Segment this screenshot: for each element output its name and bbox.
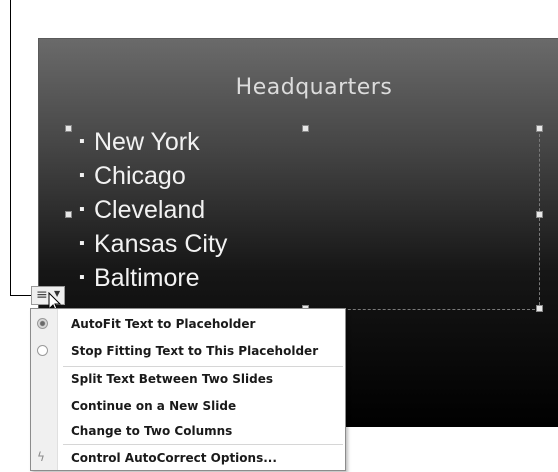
resize-handle-top-right[interactable] [536, 125, 543, 132]
bullet-text: Baltimore [94, 264, 200, 292]
menu-item-two-columns[interactable]: Change to Two Columns [31, 418, 345, 445]
bullet-icon: ▪ [79, 269, 85, 286]
menu-item-label: Change to Two Columns [71, 424, 233, 438]
menu-item-label: Control AutoCorrect Options... [71, 451, 277, 465]
bullet-text: Chicago [94, 162, 186, 190]
resize-handle-top-left[interactable] [65, 125, 72, 132]
bullet-item: ▪ Kansas City [79, 227, 227, 261]
resize-handle-top[interactable] [302, 125, 309, 132]
bullet-item: ▪ Cleveland [79, 193, 227, 227]
menu-item-label: Stop Fitting Text to This Placeholder [71, 344, 319, 358]
menu-item-label: Split Text Between Two Slides [71, 372, 273, 386]
bullet-item: ▪ Chicago [79, 159, 227, 193]
resize-handle-left[interactable] [65, 211, 72, 218]
bullet-item: ▪ New York [79, 125, 227, 159]
resize-handle-bottom-right[interactable] [536, 305, 543, 312]
autofit-options-menu: AutoFit Text to Placeholder Stop Fitting… [30, 308, 346, 471]
bullet-text: Cleveland [94, 196, 206, 224]
callout-line-vertical [10, 0, 11, 296]
bullet-icon: ▪ [79, 133, 85, 150]
menu-item-label: Continue on a New Slide [71, 399, 237, 413]
callout-line-horizontal [10, 295, 32, 296]
autocorrect-icon: ϟ [37, 450, 45, 464]
bullet-icon: ▪ [79, 167, 85, 184]
bullet-icon: ▪ [79, 201, 85, 218]
bullet-icon: ▪ [79, 235, 85, 252]
menu-item-continue-new-slide[interactable]: Continue on a New Slide [31, 393, 345, 420]
bullet-list[interactable]: ▪ New York ▪ Chicago ▪ Cleveland ▪ Kansas Ci… [79, 125, 227, 295]
menu-item-autocorrect-options[interactable]: ϟ Control AutoCorrect Options... [31, 445, 345, 472]
bullet-item: ▪ Baltimore [79, 261, 227, 295]
bullet-text: New York [94, 128, 200, 156]
slide-title[interactable]: Headquarters [219, 75, 409, 100]
radio-unselected-icon [37, 345, 48, 356]
menu-item-label: AutoFit Text to Placeholder [71, 317, 256, 331]
menu-item-stop-fitting[interactable]: Stop Fitting Text to This Placeholder [31, 338, 345, 365]
autofit-options-icon: ≡ [36, 287, 48, 303]
resize-handle-right[interactable] [536, 211, 543, 218]
bullet-text: Kansas City [94, 230, 228, 258]
menu-item-split-text[interactable]: Split Text Between Two Slides [31, 366, 345, 393]
menu-item-autofit-text[interactable]: AutoFit Text to Placeholder [31, 311, 345, 338]
radio-selected-icon [37, 318, 48, 329]
